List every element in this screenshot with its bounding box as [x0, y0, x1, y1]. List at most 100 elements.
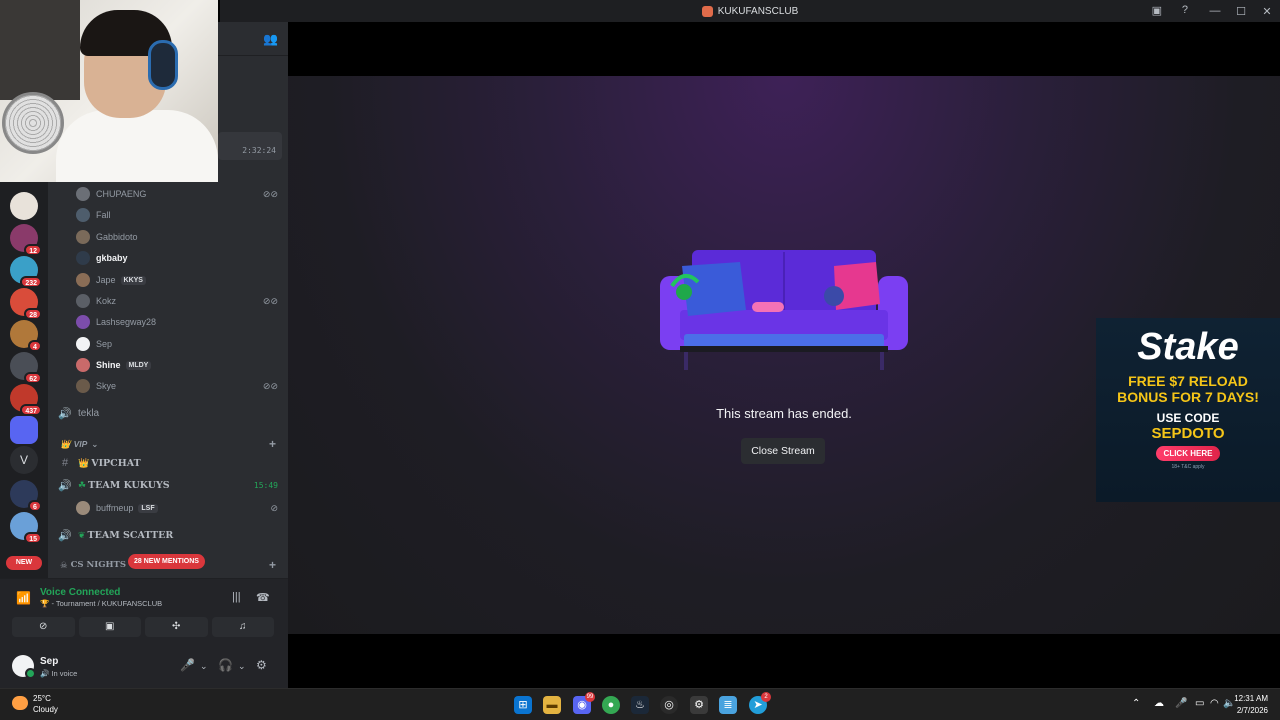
chrome-icon[interactable]: ● — [602, 696, 620, 714]
avatar — [76, 358, 90, 372]
channel-name: tekla — [78, 407, 100, 419]
voice-member[interactable]: Skye ⊘⊘ — [76, 376, 286, 396]
member-name: Lashsegway28 — [96, 317, 157, 327]
windows-start-icon[interactable]: ⊞ — [514, 696, 532, 714]
camera-off-button[interactable]: ⊘ — [12, 617, 75, 637]
voice-panel: 📶 Voice Connected 🏆 - Tournament / KUKUF… — [0, 578, 288, 689]
server-icon[interactable]: 62 — [10, 352, 42, 384]
chevron-up-icon[interactable]: ⌃ — [1132, 698, 1140, 709]
noise-suppression-icon[interactable]: ||| — [232, 591, 241, 603]
microphone-icon[interactable]: 🎤 — [1175, 698, 1187, 709]
maximize-icon[interactable]: ☐ — [1228, 5, 1254, 18]
voice-member[interactable]: Kokz ⊘⊘ — [76, 291, 286, 311]
voice-member[interactable]: Sep — [76, 334, 286, 354]
share-screen-button[interactable]: ▣ — [78, 617, 141, 637]
soundboard-button[interactable]: ♫ — [211, 617, 274, 637]
screen-share-icon[interactable]: ▣ — [1152, 4, 1162, 17]
weather-icon[interactable] — [12, 696, 28, 710]
crown-icon: 👑 — [78, 457, 90, 468]
ad-click-here-button[interactable]: CLICK HERE — [1155, 446, 1221, 461]
ad-code: SEPDOTO — [1151, 425, 1225, 442]
add-channel-icon[interactable]: + — [269, 437, 276, 451]
telegram-icon[interactable]: ➤ 2 — [749, 692, 771, 714]
wifi-icon[interactable]: ◠ — [1210, 698, 1219, 709]
add-channel-icon[interactable]: + — [269, 558, 276, 572]
ad-headline-line2: BONUS FOR 7 DAYS! — [1117, 389, 1259, 405]
file-explorer-icon[interactable]: ▬ — [543, 696, 561, 714]
stake-ad-banner[interactable]: Stake FREE $7 RELOAD BONUS FOR 7 DAYS! U… — [1096, 318, 1280, 502]
clover-icon: ☘ — [78, 479, 87, 490]
server-rail: 12 232 28 4 62 437 V 6 15 NEW — [0, 182, 48, 586]
ad-code-label: USE CODE — [1156, 411, 1220, 425]
text-channel-vipchat[interactable]: # 👑 VIPCHAT — [58, 453, 284, 473]
voice-member[interactable]: CHUPAENG ⊘⊘ — [76, 184, 286, 204]
category-vip[interactable]: 👑 VIP ⌄ + — [60, 436, 284, 452]
gear-icon[interactable]: ⚙ — [256, 658, 267, 672]
hashtag-icon: # — [61, 457, 69, 469]
microphone-icon[interactable]: 🎤 — [180, 658, 195, 672]
channel-header: 👥 — [218, 22, 288, 56]
minimize-icon[interactable]: — — [1202, 5, 1228, 17]
clock-date[interactable]: 2/7/2026 — [1237, 706, 1268, 715]
member-name: Jape — [96, 275, 116, 285]
server-icon-letter[interactable]: V — [10, 446, 38, 474]
weather-desc[interactable]: Cloudy — [33, 705, 58, 714]
add-member-icon[interactable]: 👥 — [263, 32, 278, 46]
avatar — [76, 315, 90, 329]
category-name: VIP — [73, 439, 88, 449]
clock-time[interactable]: 12:31 AM — [1234, 694, 1268, 703]
chevron-down-icon[interactable]: ⌄ — [238, 661, 246, 672]
signal-icon[interactable]: 📶 — [16, 591, 31, 605]
new-servers-pill[interactable]: NEW — [6, 556, 42, 570]
discord-icon[interactable]: ◉ 99 — [573, 692, 595, 714]
settings-icon[interactable]: ⚙ — [690, 696, 708, 714]
speaker-icon: 🔊 — [58, 407, 72, 420]
new-mentions-pill[interactable]: 28 NEW MENTIONS — [128, 554, 205, 569]
category-name: CS NIGHTS — [70, 560, 126, 570]
cloud-icon[interactable]: ☁ — [1154, 698, 1164, 709]
voice-status[interactable]: Voice Connected — [40, 587, 120, 598]
server-icon[interactable]: 15 — [10, 512, 42, 544]
server-icon[interactable]: 437 — [10, 384, 42, 416]
discord-server-icon[interactable] — [10, 416, 38, 444]
voice-member[interactable]: Gabbidoto — [76, 227, 286, 247]
notepad-icon[interactable]: ≣ — [719, 696, 737, 714]
close-icon[interactable]: ✕ — [1254, 5, 1280, 18]
server-icon[interactable] — [10, 192, 38, 220]
chevron-down-icon[interactable]: ⌄ — [200, 661, 208, 672]
help-icon[interactable]: ? — [1182, 4, 1188, 16]
voice-channel-tekla[interactable]: 🔊 tekla — [58, 403, 284, 423]
avatar[interactable] — [12, 655, 36, 679]
app-root: This stream has ended. Close Stream Stak… — [0, 0, 1280, 720]
server-icon[interactable]: 232 — [10, 256, 42, 288]
weather-temp[interactable]: 25°C — [33, 694, 51, 703]
obs-icon[interactable]: ◎ — [660, 696, 678, 714]
voice-member[interactable]: Lashsegway28 — [76, 312, 286, 332]
server-icon[interactable]: 6 — [10, 480, 42, 512]
webcam-person-body — [56, 110, 218, 182]
display-icon[interactable]: ▭ — [1195, 698, 1204, 709]
member-name: Shine — [96, 360, 121, 370]
server-icon[interactable]: 4 — [10, 320, 42, 352]
member-tag: LSF — [138, 503, 158, 513]
voice-channel-team-scatter[interactable]: 🔊 ❦ TEAM SCATTER — [58, 525, 284, 545]
server-icon[interactable]: 28 — [10, 288, 42, 320]
voice-member[interactable]: Fall — [76, 205, 286, 225]
voice-member[interactable]: Jape KKYS — [76, 270, 286, 290]
ad-headline: FREE $7 RELOAD BONUS FOR 7 DAYS! — [1096, 373, 1280, 405]
voice-channel-team-kukuys[interactable]: 🔊 ☘ TEAM KUKUYS 15:49 — [58, 475, 284, 495]
close-stream-button[interactable]: Close Stream — [741, 438, 825, 464]
activities-button[interactable]: ✣ — [145, 617, 208, 637]
member-tag: MLDY — [125, 360, 152, 370]
voice-member[interactable]: gkbaby — [76, 248, 286, 268]
avatar — [76, 337, 90, 351]
user-name[interactable]: Sep — [40, 656, 58, 667]
voice-location[interactable]: 🏆 - Tournament / KUKUFANSCLUB — [40, 599, 162, 608]
voice-member[interactable]: Shine MLDY — [76, 355, 286, 375]
disconnect-icon[interactable]: ☎ — [256, 591, 270, 604]
headphones-icon[interactable]: 🎧 — [218, 658, 233, 672]
steam-icon[interactable]: ♨ — [631, 696, 649, 714]
voice-member[interactable]: buffmeup LSF ⊘ — [76, 498, 286, 518]
title-bar: KUKUFANSCLUB ▣ ? — ☐ ✕ — [220, 0, 1280, 22]
server-icon[interactable]: 12 — [10, 224, 42, 256]
